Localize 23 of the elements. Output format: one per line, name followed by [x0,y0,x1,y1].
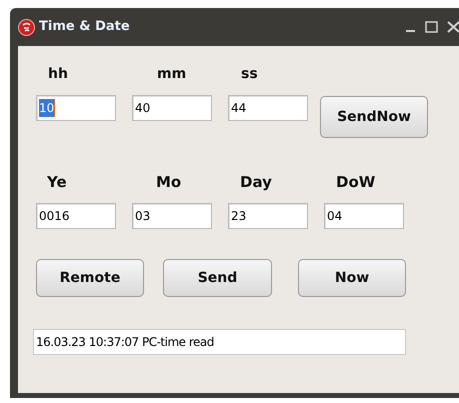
window-title: Time & Date [39,18,130,36]
field-label: mm [157,64,188,84]
field-label: ss [241,64,258,84]
input-field[interactable]: 04 [324,203,404,229]
field-label: Day [240,172,273,193]
action-button[interactable]: Now [298,259,406,297]
action-button[interactable]: Send [163,259,272,297]
field-label: Mo [156,172,182,193]
input-field[interactable]: 03 [132,203,212,229]
action-button[interactable]: Remote [36,259,144,297]
input-field[interactable]: 23 [228,203,308,229]
app-icon [18,18,35,36]
status-field: 16.03.23 10:37:07 PC-time read [33,329,406,355]
input-field[interactable]: 10 [36,95,116,121]
field-label: hh [48,64,69,84]
input-field[interactable]: 0016 [36,203,116,229]
field-label: Ye [47,172,68,193]
input-field[interactable]: 44 [228,95,308,121]
field-label: DoW [336,172,376,193]
send-now-button[interactable]: SendNow [320,96,428,138]
input-field[interactable]: 40 [132,95,212,121]
close-icon[interactable] [447,21,459,33]
maximize-icon[interactable] [425,21,438,33]
